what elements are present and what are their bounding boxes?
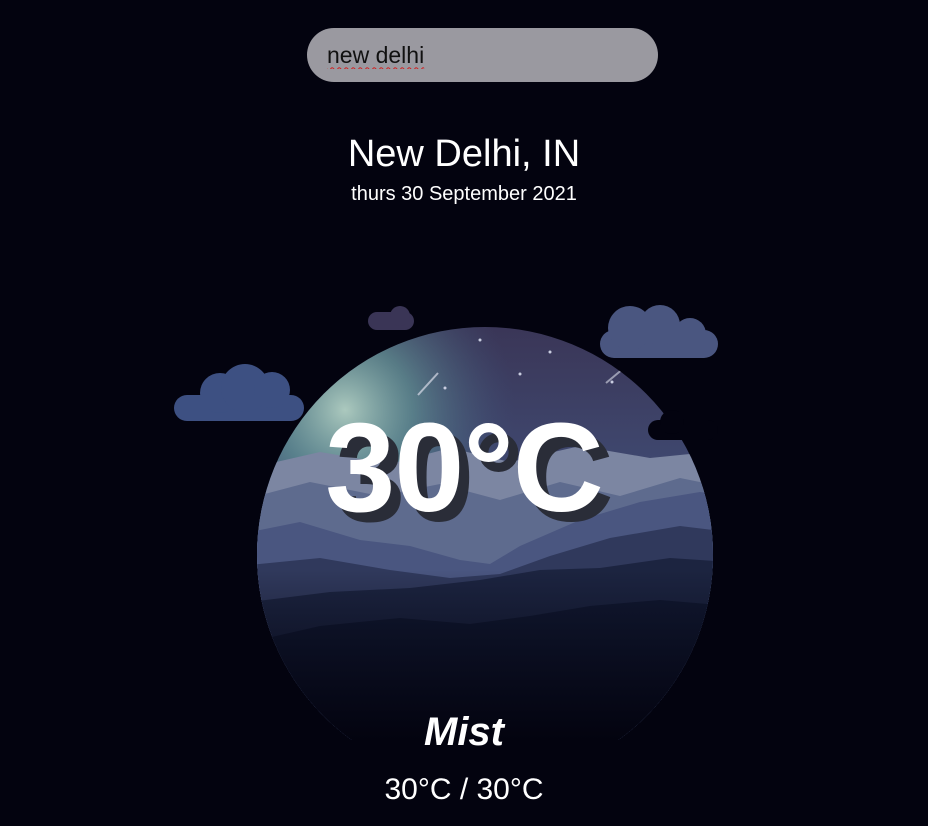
location-name: New Delhi, IN bbox=[347, 133, 581, 175]
current-date: thurs 30 September 2021 bbox=[351, 183, 577, 205]
cloud-top-icon bbox=[368, 306, 414, 330]
temperature-range: 30°C / 30°C bbox=[384, 773, 544, 806]
current-temperature: 30°C bbox=[325, 397, 604, 538]
search-bar[interactable] bbox=[307, 28, 658, 82]
weather-condition: Mist bbox=[424, 710, 504, 754]
cloud-right-icon bbox=[600, 305, 718, 358]
weather-app: New Delhi, IN thurs 30 September 2021 bbox=[0, 0, 928, 826]
search-input[interactable] bbox=[327, 28, 638, 82]
